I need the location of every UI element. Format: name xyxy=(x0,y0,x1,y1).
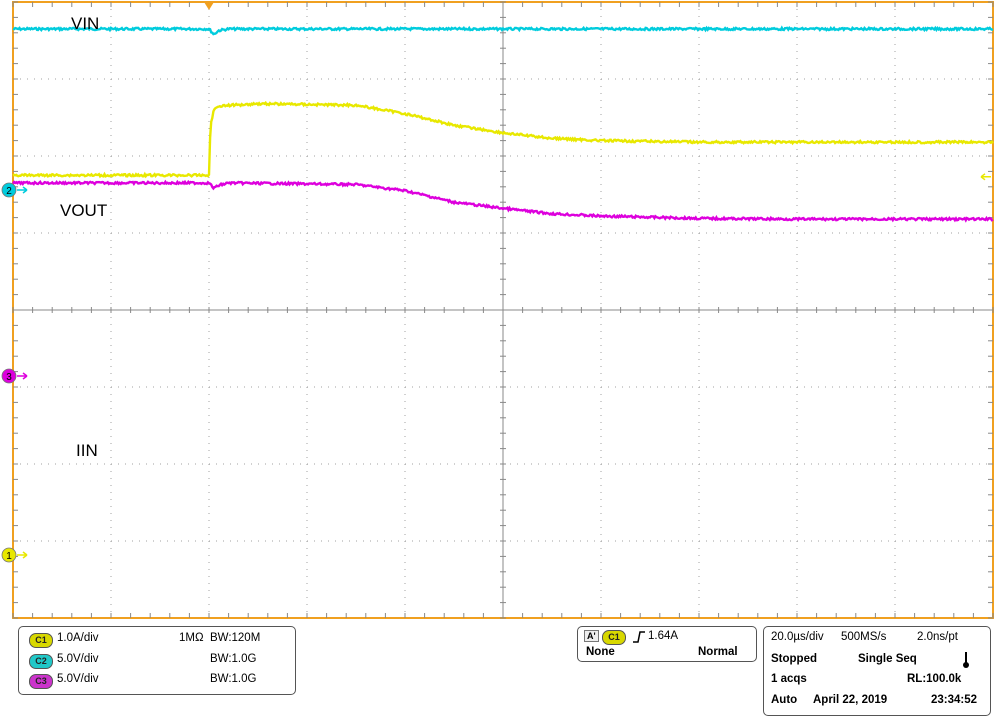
channel-2-marker-label: 2 xyxy=(6,186,12,197)
trigger-mode: Normal xyxy=(698,646,738,658)
graticule xyxy=(12,1,994,619)
trigger-coupling: None xyxy=(586,646,615,658)
channel-1-scale: 1.0A/div xyxy=(57,632,99,644)
channel-1-bandwidth: BW:120M xyxy=(210,632,260,644)
channel-3-scale: 5.0V/div xyxy=(57,673,99,685)
channel-2-badge[interactable]: C2 xyxy=(29,654,53,669)
trace-labels: VIN VOUT IIN xyxy=(60,14,107,460)
channel-2-scale: 5.0V/div xyxy=(57,653,99,665)
acquisition-state: Stopped xyxy=(771,653,817,665)
bw-value: W:1.0G xyxy=(217,653,257,665)
channel-2-bandwidth: BW:1.0G xyxy=(210,653,256,665)
timebase: 20.0µs/div xyxy=(771,631,824,643)
trigger-level-arrow xyxy=(980,173,991,181)
capture-date: April 22, 2019 xyxy=(813,694,888,706)
trigger-panel: A' C1 1.64A None Normal xyxy=(577,626,757,662)
trigger-source-badge[interactable]: C1 xyxy=(602,630,626,645)
channel-1-marker-label: 1 xyxy=(6,551,12,562)
sample-rate: 500MS/s xyxy=(841,631,887,643)
trace-label-vout: VOUT xyxy=(60,201,107,220)
oscilloscope-display: VIN VOUT IIN 231 C1 1.0A/div 1MΩ BW:120M C… xyxy=(0,0,1000,719)
channel-3-marker-arrow xyxy=(17,372,28,380)
channel-2-marker-arrow xyxy=(17,186,28,194)
channel-1-impedance: 1MΩ xyxy=(179,632,204,644)
bw-value: W:1.0G xyxy=(217,673,257,685)
channel-3-bandwidth: BW:1.0G xyxy=(210,673,256,685)
trigger-position-marker xyxy=(204,2,214,10)
trigger-level: 1.64A xyxy=(648,630,679,642)
trace-label-vin: VIN xyxy=(71,14,99,33)
auto-label: Auto xyxy=(771,694,798,706)
record-length: RL:100.0k xyxy=(907,673,962,685)
channel-3-badge[interactable]: C3 xyxy=(29,674,53,689)
capture-time: 23:34:52 xyxy=(931,694,978,706)
channel-1-marker-arrow xyxy=(17,551,28,559)
channel-3-marker-label: 3 xyxy=(6,372,12,383)
trace-label-iin: IIN xyxy=(76,441,98,460)
acquisition-panel: 20.0µs/div 500MS/s 2.0ns/pt Stopped Sing… xyxy=(763,626,991,716)
channel-markers: 2 3 1 xyxy=(1,2,991,563)
bw-prefix: B xyxy=(210,653,218,665)
channel-1-badge[interactable]: C1 xyxy=(29,633,53,648)
bw-prefix: B xyxy=(210,673,218,685)
waveform-plot: VIN VOUT IIN 2 3 1 xyxy=(1,1,994,619)
bw-value: W:120M xyxy=(217,632,261,644)
time-resolution: 2.0ns/pt xyxy=(917,631,958,643)
rising-edge-icon xyxy=(633,631,645,643)
channel-settings-panel: C1 1.0A/div 1MΩ BW:120M C2 5.0V/div BW:1… xyxy=(18,626,296,695)
trigger-a-label: A' xyxy=(584,630,599,642)
thermometer-icon xyxy=(963,652,969,668)
acquisition-count: 1 acqs xyxy=(771,673,807,685)
sequence-mode: Single Seq xyxy=(858,653,917,665)
bw-prefix: B xyxy=(210,632,218,644)
